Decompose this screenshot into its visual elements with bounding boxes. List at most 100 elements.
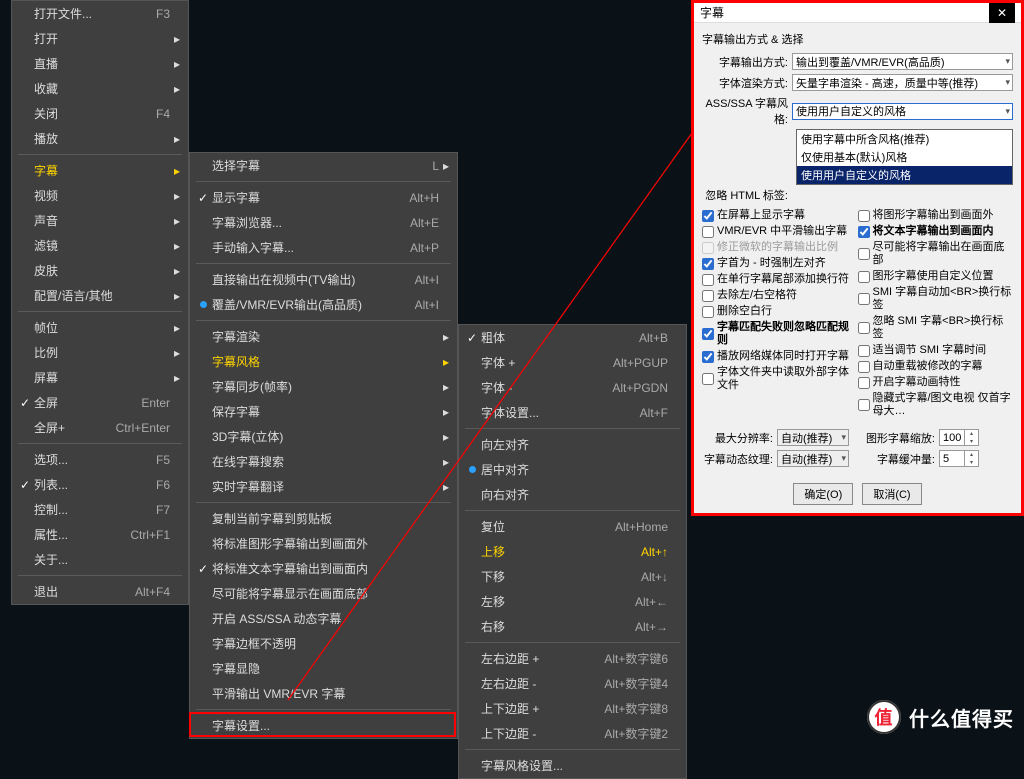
checkbox-option[interactable]: 去除左/右空格符 [702,289,858,302]
select-max-res[interactable]: 自动(推荐)▾ [777,429,849,446]
checkbox-grid: 在屏幕上显示字幕 VMR/EVR 中平滑输出字幕修正微软的字幕输出比例字首为 - … [702,209,1013,421]
checkbox-option[interactable]: 自动重载被修改的字幕 [858,360,1014,373]
checkbox-option[interactable]: 播放网络媒体同时打开字幕 [702,350,858,363]
main-menu-item[interactable]: 关闭F4 [12,101,188,126]
style-menu-item[interactable]: 字幕风格设置... [459,753,686,778]
subtitle-menu-item[interactable]: ✓显示字幕Alt+H [190,185,457,210]
checkbox-option[interactable]: 字幕匹配失败则忽略匹配规则 [702,321,858,347]
style-menu-item[interactable]: 字体 -Alt+PGDN [459,375,686,400]
subtitle-menu-item[interactable]: 复制当前字幕到剪贴板 [190,506,457,531]
main-menu-item[interactable]: 直播▸ [12,51,188,76]
submenu-subtitle-style: ✓粗体Alt+B字体 +Alt+PGUP字体 -Alt+PGDN字体设置...A… [458,324,687,779]
main-menu-item[interactable]: 比例▸ [12,340,188,365]
main-menu-item[interactable]: 全屏+Ctrl+Enter [12,415,188,440]
subtitle-menu-item[interactable]: 字幕设置... [190,713,457,738]
style-menu-item[interactable]: 复位Alt+Home [459,514,686,539]
cancel-button[interactable]: 取消(C) [862,483,921,505]
subtitle-menu-item[interactable]: 选择字幕L▸ [190,153,457,178]
subtitle-menu-item[interactable]: 在线字幕搜索▸ [190,449,457,474]
style-menu-item[interactable]: 右移Alt+→ [459,614,686,639]
style-menu-item[interactable]: 字体设置...Alt+F [459,400,686,425]
checkbox-option[interactable]: 将图形字幕输出到画面外 [858,209,1014,222]
checkbox-option[interactable]: 字体文件夹中读取外部字体文件 [702,366,858,392]
submenu-subtitle: 选择字幕L▸ ✓显示字幕Alt+H字幕浏览器...Alt+E手动输入字幕...Al… [189,152,458,739]
subtitle-menu-item[interactable]: 实时字幕翻译▸ [190,474,457,499]
main-menu-item[interactable]: 滤镜▸ [12,233,188,258]
subtitle-menu-item[interactable]: 保存字幕▸ [190,399,457,424]
subtitle-menu-item[interactable]: 3D字幕(立体)▸ [190,424,457,449]
subtitle-menu-item[interactable]: 字幕边框不透明 [190,631,457,656]
main-menu-item[interactable]: 皮肤▸ [12,258,188,283]
style-menu-item[interactable]: 居中对齐 [459,457,686,482]
checkbox-option[interactable]: VMR/EVR 中平滑输出字幕 [702,225,858,238]
ok-button[interactable]: 确定(O) [793,483,853,505]
checkbox-option[interactable]: 忽略 SMI 字幕<BR>换行标签 [858,315,1014,341]
subtitle-menu-item[interactable]: 字幕浏览器...Alt+E [190,210,457,235]
checkbox-option[interactable]: 适当调节 SMI 字幕时间 [858,344,1014,357]
style-menu-item[interactable]: ✓粗体Alt+B [459,325,686,350]
subtitle-menu-item[interactable]: 手动输入字幕...Alt+P [190,235,457,260]
checkbox-option[interactable]: 删除空白行 [702,305,858,318]
main-menu-item[interactable]: 打开▸ [12,26,188,51]
main-menu-item[interactable]: 属性...Ctrl+F1 [12,522,188,547]
style-menu-item[interactable]: 下移Alt+↓ [459,564,686,589]
main-menu-item[interactable]: ✓全屏Enter [12,390,188,415]
checkbox-option[interactable]: 隐藏式字幕/图文电视 仅首字母大… [858,392,1014,418]
select-output-method[interactable]: 输出到覆盖/VMR/EVR(高品质)▾ [792,53,1013,70]
subtitle-menu-item[interactable]: 尽可能将字幕显示在画面底部 [190,581,457,606]
spinner-buffer[interactable]: 5▴▾ [939,450,979,467]
style-menu-item[interactable]: 上移Alt+↑ [459,539,686,564]
main-menu-item[interactable]: 选项...F5 [12,447,188,472]
style-menu-item[interactable]: 左右边距 +Alt+数字键6 [459,646,686,671]
row-ignore-html: 忽略 HTML 标签: [702,187,1013,203]
main-menu-item[interactable]: 帧位▸ [12,315,188,340]
main-menu-item[interactable]: 配置/语言/其他▸ [12,283,188,308]
style-menu-item[interactable]: 向左对齐 [459,432,686,457]
checkbox-option[interactable]: SMI 字幕自动加<BR>换行标签 [858,286,1014,312]
spinner-scale[interactable]: 100▴▾ [939,429,979,446]
style-menu-item[interactable]: 向右对齐 [459,482,686,507]
main-menu-item[interactable]: ✓列表...F6 [12,472,188,497]
checkbox-option[interactable]: 字首为 - 时强制左对齐 [702,257,858,270]
main-menu-item[interactable]: 关于... [12,547,188,572]
style-menu-item[interactable]: 左移Alt+← [459,589,686,614]
style-menu-item[interactable]: 上下边距 -Alt+数字键2 [459,721,686,746]
subtitle-menu-item[interactable]: 字幕渲染▸ [190,324,457,349]
select-ass-style[interactable]: 使用用户自定义的风格▾ [792,103,1013,120]
select-render-method[interactable]: 矢量字串渲染 - 高速，质量中等(推荐)▾ [792,74,1013,91]
main-menu-item[interactable]: 收藏▸ [12,76,188,101]
style-menu-item[interactable]: 字体 +Alt+PGUP [459,350,686,375]
subtitle-menu-item[interactable]: ✓将标准文本字幕输出到画面内 [190,556,457,581]
main-menu-item[interactable]: 字幕▸ [12,158,188,183]
dropdown-option[interactable]: 仅使用基本(默认)风格 [797,148,1012,166]
close-icon[interactable]: ✕ [989,3,1015,23]
style-menu-item[interactable]: 左右边距 -Alt+数字键4 [459,671,686,696]
main-menu-item[interactable]: 退出Alt+F4 [12,579,188,604]
subtitle-menu-item[interactable]: 开启 ASS/SSA 动态字幕 [190,606,457,631]
checkbox-option[interactable]: 将文本字幕输出到画面内 [858,225,1014,238]
main-menu-item[interactable]: 屏幕▸ [12,365,188,390]
main-menu-item[interactable]: 控制...F7 [12,497,188,522]
checkbox-option[interactable]: 尽可能将字幕输出在画面底部 [858,241,1014,267]
dropdown-ass-style-options[interactable]: 使用字幕中所含风格(推荐) 仅使用基本(默认)风格 使用用户自定义的风格 [796,129,1013,185]
checkbox-option[interactable]: 图形字幕使用自定义位置 [858,270,1014,283]
dropdown-option[interactable]: 使用字幕中所含风格(推荐) [797,130,1012,148]
subtitle-menu-item[interactable]: 将标准图形字幕输出到画面外 [190,531,457,556]
select-texture[interactable]: 自动(推荐)▾ [777,450,849,467]
checkbox-option[interactable]: 开启字幕动画特性 [858,376,1014,389]
checkbox-option[interactable]: 修正微软的字幕输出比例 [702,241,858,254]
subtitle-menu-item[interactable]: 平滑输出 VMR/EVR 字幕 [190,681,457,706]
subtitle-menu-item[interactable]: 字幕风格▸ [190,349,457,374]
subtitle-menu-item[interactable]: 字幕同步(帧率)▸ [190,374,457,399]
style-menu-item[interactable]: 上下边距 +Alt+数字键8 [459,696,686,721]
main-menu-item[interactable]: 播放▸ [12,126,188,151]
subtitle-menu-item[interactable]: 字幕显隐 [190,656,457,681]
main-menu-item[interactable]: 声音▸ [12,208,188,233]
main-menu-item[interactable]: 打开文件...F3 [12,1,188,26]
main-menu-item[interactable]: 视频▸ [12,183,188,208]
subtitle-menu-item[interactable]: 直接输出在视频中(TV输出)Alt+I [190,267,457,292]
subtitle-menu-item[interactable]: 覆盖/VMR/EVR输出(高品质)Alt+I [190,292,457,317]
checkbox-option[interactable]: 在单行字幕尾部添加换行符 [702,273,858,286]
checkbox-option[interactable]: 在屏幕上显示字幕 [702,209,858,222]
dropdown-option-selected[interactable]: 使用用户自定义的风格 [797,166,1012,184]
